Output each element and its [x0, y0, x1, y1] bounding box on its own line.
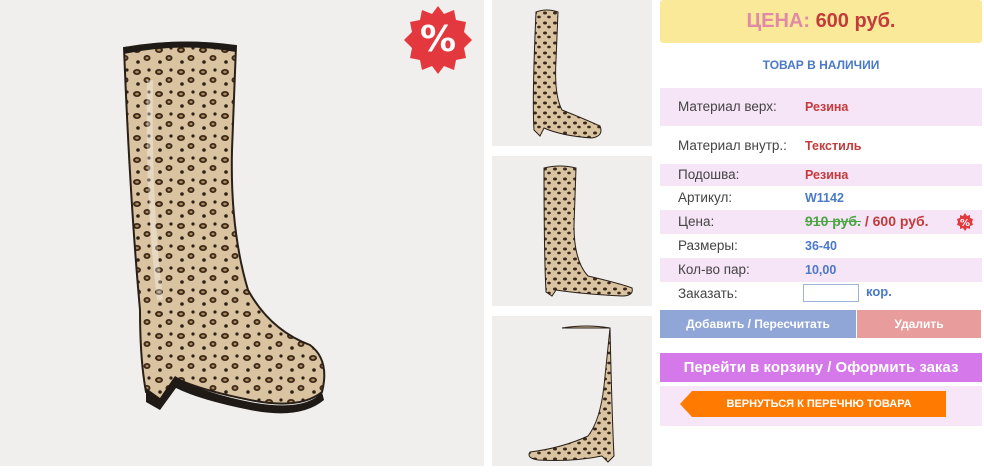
- spec-label: Материал верх:: [678, 99, 777, 114]
- spec-value: Резина: [805, 168, 849, 182]
- discount-percent-label: %: [419, 19, 457, 60]
- spec-value: W1142: [805, 191, 844, 205]
- spec-row-order: Заказать: кор.: [660, 284, 982, 306]
- old-price: 910 руб.: [805, 213, 861, 229]
- back-button-container: ВЕРНУТЬСЯ К ПЕРЕЧНЮ ТОВАРА: [660, 386, 982, 426]
- spec-row-material-top: Материал верх: Резина: [660, 88, 982, 126]
- svg-text:%: %: [960, 218, 970, 229]
- spec-row-sole: Подошва: Резина: [660, 164, 982, 186]
- spec-label: Материал внутр.:: [678, 138, 787, 153]
- spec-label: Цена:: [678, 214, 715, 229]
- thumbnail-1[interactable]: [492, 0, 652, 146]
- spec-row-article: Артикул: W1142: [660, 186, 982, 210]
- order-quantity-input[interactable]: [803, 284, 859, 302]
- back-to-list-label: ВЕРНУТЬСЯ К ПЕРЕЧНЮ ТОВАРА: [726, 398, 912, 410]
- spec-row-pairs: Кол-во пар: 10,00: [660, 258, 982, 282]
- thumbnail-3[interactable]: [492, 316, 652, 466]
- spec-label: Кол-во пар:: [678, 262, 750, 277]
- add-recalculate-button[interactable]: Добавить / Пересчитать: [660, 310, 856, 338]
- boot-front-view-image: [543, 165, 633, 297]
- spec-label: Заказать:: [678, 286, 738, 301]
- back-to-list-button[interactable]: ВЕРНУТЬСЯ К ПЕРЕЧНЮ ТОВАРА: [680, 391, 946, 417]
- order-unit-label: кор.: [866, 284, 892, 299]
- spec-label: Артикул:: [678, 190, 733, 205]
- spec-row-sizes: Размеры: 36-40: [660, 234, 982, 258]
- main-product-image[interactable]: %: [0, 0, 484, 466]
- price-value: 600 руб.: [815, 10, 896, 32]
- discount-badge: %: [402, 4, 474, 76]
- arrow-left-icon: [680, 391, 692, 417]
- spec-label: Подошва:: [678, 167, 740, 182]
- go-to-cart-button[interactable]: Перейти в корзину / Оформить заказ: [660, 353, 982, 382]
- new-price: 600 руб.: [872, 213, 929, 229]
- spec-label: Размеры:: [678, 238, 738, 253]
- price-box: ЦЕНА: 600 руб.: [660, 0, 982, 43]
- spec-value: Текстиль: [805, 139, 862, 153]
- stock-status: ТОВАР В НАЛИЧИИ: [762, 58, 880, 72]
- boot-angle-view-image: [528, 325, 615, 463]
- delete-button[interactable]: Удалить: [857, 310, 981, 338]
- small-discount-icon: %: [956, 213, 974, 234]
- spec-row-material-inner: Материал внутр.: Текстиль: [660, 126, 982, 164]
- boot-side-view-image: [532, 9, 602, 139]
- spec-value: Резина: [805, 100, 849, 114]
- price-label: ЦЕНА:: [746, 10, 811, 32]
- spec-value: 10,00: [805, 263, 837, 277]
- price-separator: /: [860, 213, 873, 229]
- spec-row-price: Цена: 910 руб. / 600 руб. %: [660, 210, 982, 234]
- spec-price-value: 910 руб. / 600 руб.: [805, 213, 929, 229]
- spec-value: 36-40: [805, 239, 837, 253]
- thumbnail-2[interactable]: [492, 156, 652, 306]
